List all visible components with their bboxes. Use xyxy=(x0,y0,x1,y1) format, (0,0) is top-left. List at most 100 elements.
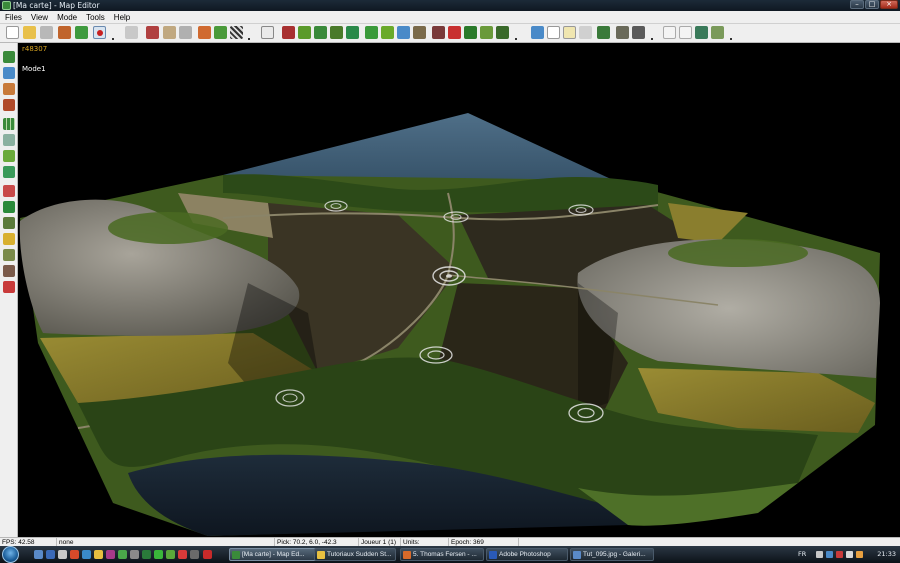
unit-icon[interactable] xyxy=(365,26,378,39)
clock[interactable]: 21:33 xyxy=(877,550,896,558)
quicklaunch-acrobat-icon[interactable] xyxy=(203,550,212,559)
quicklaunch-misc-icon[interactable] xyxy=(190,550,199,559)
fence-tool-icon[interactable] xyxy=(3,249,15,261)
house-icon[interactable] xyxy=(381,26,394,39)
copy-icon[interactable] xyxy=(579,26,592,39)
quicklaunch-star-icon[interactable] xyxy=(154,550,163,559)
plant-icon[interactable] xyxy=(597,26,610,39)
forest-tool-icon[interactable] xyxy=(3,233,15,245)
building-tool-icon[interactable] xyxy=(3,99,15,111)
object-icon[interactable] xyxy=(432,26,445,39)
screenshot-icon[interactable] xyxy=(695,26,708,39)
minimize-button[interactable]: – xyxy=(850,0,864,9)
image-icon[interactable] xyxy=(547,26,560,39)
quicklaunch-explorer-icon[interactable] xyxy=(58,550,67,559)
quicklaunch-leaf-icon[interactable] xyxy=(166,550,175,559)
save-icon[interactable] xyxy=(40,26,53,39)
field-icon[interactable] xyxy=(346,26,359,39)
task-map-editor[interactable]: [Ma carte] - Map Ed... xyxy=(229,548,319,561)
task-photoshop[interactable]: Adobe Photoshop xyxy=(486,548,568,561)
menu-mode[interactable]: Mode xyxy=(57,13,77,22)
road-tool-icon[interactable] xyxy=(3,134,15,146)
grass-icon[interactable] xyxy=(330,26,343,39)
quicklaunch-folder-icon[interactable] xyxy=(94,550,103,559)
frame-icon[interactable] xyxy=(663,26,676,39)
window-icon[interactable] xyxy=(679,26,692,39)
export-icon[interactable] xyxy=(531,26,544,39)
edit-icon[interactable] xyxy=(146,26,159,39)
crop-icon[interactable] xyxy=(480,26,493,39)
terrain-render xyxy=(19,113,880,536)
fill-icon[interactable] xyxy=(75,26,88,39)
task-label: 5. Thomas Fersen - ... xyxy=(413,551,477,558)
quicklaunch-app-icon[interactable] xyxy=(70,550,79,559)
tray-volume-icon[interactable] xyxy=(846,551,853,558)
flag-icon[interactable] xyxy=(93,26,106,39)
select-tool-icon[interactable] xyxy=(3,51,15,63)
terrain-icon[interactable] xyxy=(711,26,724,39)
menu-help[interactable]: Help xyxy=(114,13,130,22)
tools-icon[interactable] xyxy=(632,26,645,39)
left-toolbar xyxy=(0,43,18,537)
menu-files[interactable]: Files xyxy=(5,13,22,22)
quicklaunch-mail-icon[interactable] xyxy=(82,550,91,559)
task-browser[interactable]: Tutoriaux Sudden St... xyxy=(314,548,396,561)
hedge-icon[interactable] xyxy=(496,26,509,39)
mode-label: Mode1 xyxy=(22,65,46,73)
terrain-red-icon[interactable] xyxy=(198,26,211,39)
grid-tool-icon[interactable] xyxy=(3,118,15,130)
tray-arrow-icon[interactable] xyxy=(816,551,823,558)
road-icon[interactable] xyxy=(314,26,327,39)
bush-tool-icon[interactable] xyxy=(3,217,15,229)
field-tool-icon[interactable] xyxy=(3,166,15,178)
language-indicator[interactable]: FR xyxy=(798,550,806,558)
quicklaunch-desktop-icon[interactable] xyxy=(34,550,43,559)
forest-icon[interactable] xyxy=(298,26,311,39)
new-icon[interactable] xyxy=(6,26,19,39)
separator xyxy=(651,38,653,40)
separator xyxy=(515,38,517,40)
terrain-green-icon[interactable] xyxy=(214,26,227,39)
pointer-icon[interactable] xyxy=(261,26,274,39)
tray-network-icon[interactable] xyxy=(826,551,833,558)
settings-icon[interactable] xyxy=(616,26,629,39)
rock-icon[interactable] xyxy=(413,26,426,39)
paint-icon[interactable] xyxy=(163,26,176,39)
quicklaunch-ie-icon[interactable] xyxy=(46,550,55,559)
text-icon[interactable] xyxy=(563,26,576,39)
map-viewport[interactable]: r48307 Mode1 xyxy=(18,43,900,537)
task-media-player[interactable]: 5. Thomas Fersen - ... xyxy=(400,548,484,561)
menu-tools[interactable]: Tools xyxy=(86,13,105,22)
quicklaunch-tool-icon[interactable] xyxy=(130,550,139,559)
window-title: [Ma carte] - Map Editor xyxy=(13,1,100,10)
start-button[interactable] xyxy=(2,546,19,563)
texture-tool-icon[interactable] xyxy=(3,150,15,162)
undo-icon[interactable] xyxy=(125,26,138,39)
task-label: Tutoriaux Sudden St... xyxy=(327,551,392,558)
quicklaunch-red-icon[interactable] xyxy=(178,550,187,559)
house-tool-icon[interactable] xyxy=(3,83,15,95)
tray-alert-icon[interactable] xyxy=(836,551,843,558)
tray-app-icon[interactable] xyxy=(856,551,863,558)
maximize-button[interactable]: □ xyxy=(865,0,879,9)
tree-tool-icon[interactable] xyxy=(3,201,15,213)
close-button[interactable]: × xyxy=(880,0,898,9)
task-gallery[interactable]: Tut_095.jpg - Galeri... xyxy=(570,548,654,561)
open-icon[interactable] xyxy=(23,26,36,39)
unit-tool-icon[interactable] xyxy=(3,265,15,277)
water-tool-icon[interactable] xyxy=(3,67,15,79)
water-icon[interactable] xyxy=(397,26,410,39)
menu-view[interactable]: View xyxy=(31,13,48,22)
checker-icon[interactable] xyxy=(230,26,243,39)
menu-bar: Files View Mode Tools Help xyxy=(0,11,900,24)
object-tool-icon[interactable] xyxy=(3,185,15,197)
tree-icon[interactable] xyxy=(282,26,295,39)
flag-tool-icon[interactable] xyxy=(3,281,15,293)
bush-icon[interactable] xyxy=(464,26,477,39)
quicklaunch-messenger-icon[interactable] xyxy=(118,550,127,559)
brush-icon[interactable] xyxy=(58,26,71,39)
quicklaunch-game-icon[interactable] xyxy=(142,550,151,559)
fire-icon[interactable] xyxy=(448,26,461,39)
quicklaunch-media-icon[interactable] xyxy=(106,550,115,559)
mountain-icon[interactable] xyxy=(179,26,192,39)
